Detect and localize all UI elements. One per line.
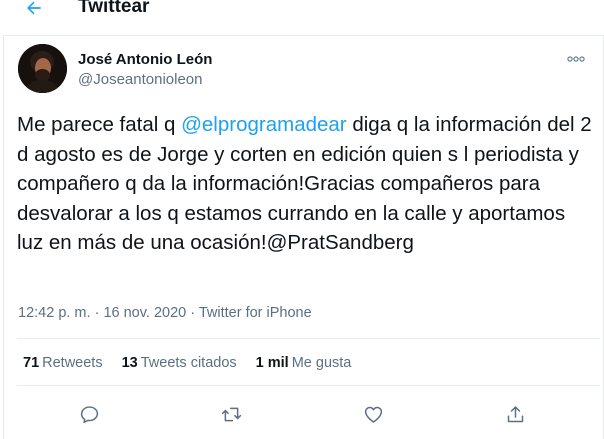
retweet-icon [220,404,243,425]
like-button[interactable] [361,402,385,426]
likes-label: Me gusta [291,355,352,371]
tweet-source[interactable]: Twitter for iPhone [199,305,312,321]
like-icon [363,404,384,425]
reply-button[interactable] [77,402,101,426]
author-name[interactable]: José Antonio León [78,51,212,68]
retweet-button[interactable] [219,402,243,426]
quotes-count: 13 [121,355,138,371]
likes-count: 1 mil [255,355,289,371]
likes-stat[interactable]: 1 mil Me gusta [256,355,352,371]
tweet-actions [0,402,604,426]
retweets-label: Retweets [42,355,103,371]
tweet-text: Me parece fatal q @elprogramadear diga q… [17,110,592,258]
page-title: Twittear [78,0,150,17]
divider [17,385,600,386]
tweet-date[interactable]: 16 nov. 2020 [103,305,186,321]
divider [17,338,600,339]
retweets-count: 71 [23,355,40,371]
mention-link[interactable]: @elprogramadear [181,113,347,136]
more-options-button[interactable] [566,52,586,66]
author-handle[interactable]: @Joseantonioleon [78,71,202,88]
tweet-stats: 71 Retweets 13 Tweets citados 1 mil Me gust… [23,355,370,371]
meta-separator: · [90,305,104,321]
share-button[interactable] [503,402,527,426]
avatar[interactable] [18,44,67,93]
quotes-label: Tweets citados [140,355,237,371]
quotes-stat[interactable]: 13 Tweets citados [122,355,237,371]
tweet-meta: 12:42 p. m. · 16 nov. 2020 · Twitter for… [18,305,312,321]
meta-separator: · [186,305,199,321]
tweet-time[interactable]: 12:42 p. m. [18,305,91,321]
top-bar: Twittear [0,0,604,22]
tweet-text-part: Me parece fatal q [17,113,182,136]
back-button[interactable] [22,0,46,20]
mention-link[interactable]: @PratSandberg [267,231,414,254]
more-icon [567,56,585,62]
reply-icon [79,404,100,425]
share-icon [505,404,526,425]
retweets-stat[interactable]: 71 Retweets [23,355,103,371]
arrow-left-icon [24,0,44,18]
